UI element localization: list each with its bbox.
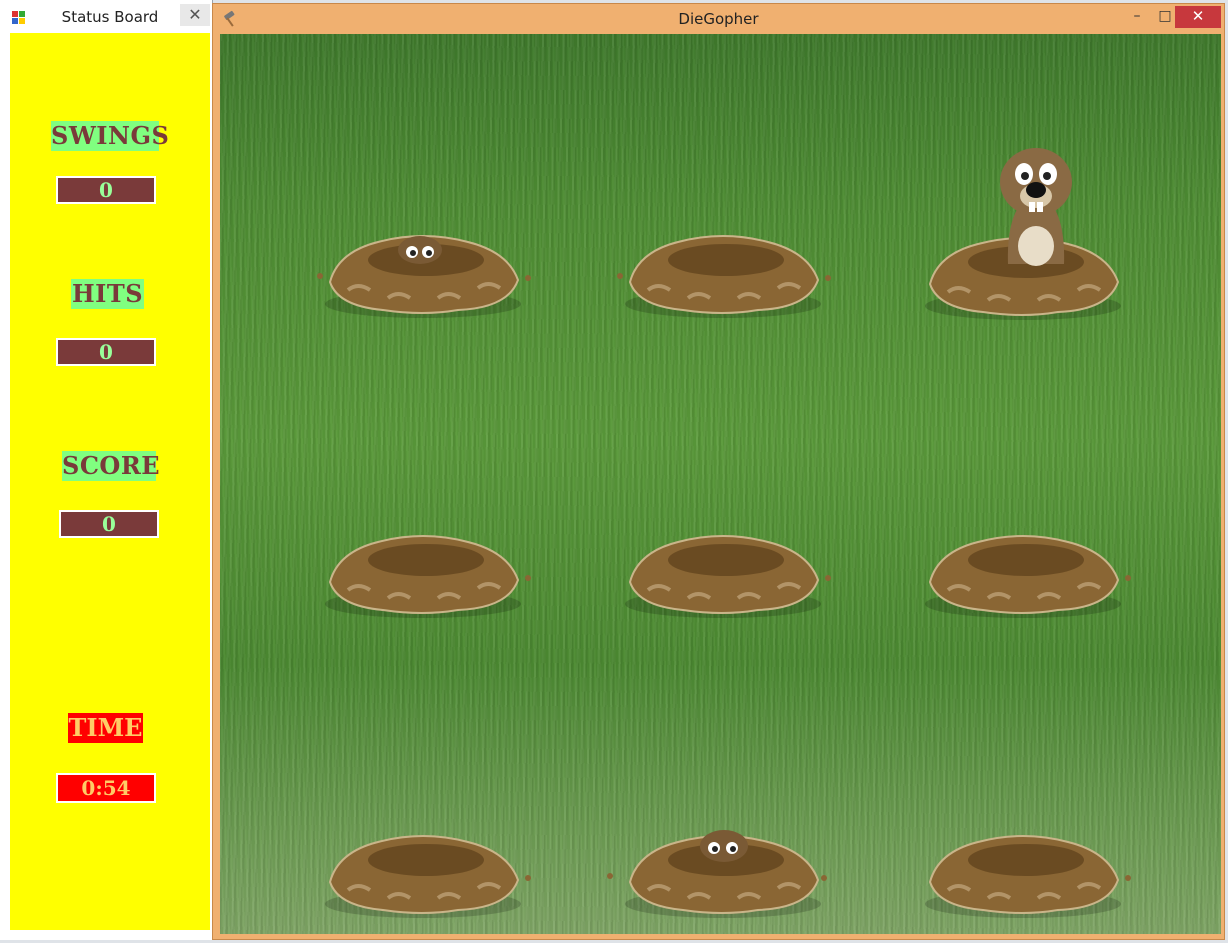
game-title: DieGopher xyxy=(678,10,759,28)
gopher-hole-6[interactable] xyxy=(908,512,1138,622)
game-titlebar[interactable]: DieGopher – □ ✕ xyxy=(213,4,1224,34)
status-board-titlebar[interactable]: Status Board ✕ xyxy=(0,0,212,33)
status-board-title: Status Board xyxy=(61,8,159,26)
gopher-hole-5[interactable] xyxy=(608,512,838,622)
time-value: 0:54 xyxy=(56,773,156,803)
gopher-hole-3[interactable] xyxy=(908,134,1138,324)
game-window: DieGopher – □ ✕ xyxy=(212,3,1225,940)
score-value: 0 xyxy=(59,510,159,538)
minimize-button[interactable]: – xyxy=(1123,6,1151,28)
gopher-hole-4[interactable] xyxy=(308,512,538,622)
gopher-hole-9[interactable] xyxy=(908,812,1138,922)
hits-value: 0 xyxy=(56,338,156,366)
close-icon[interactable]: ✕ xyxy=(180,4,210,26)
app-icon xyxy=(12,10,26,24)
swings-label: SWINGS xyxy=(51,121,170,151)
status-panel: SWINGS 0 HITS 0 SCORE 0 TIME 0:54 xyxy=(10,33,210,930)
gopher-hole-2[interactable] xyxy=(608,212,838,322)
score-label: SCORE xyxy=(62,451,161,481)
grass-field xyxy=(220,34,1221,934)
hits-label: HITS xyxy=(71,279,144,309)
gopher-hole-1[interactable] xyxy=(308,212,538,322)
gopher-hole-7[interactable] xyxy=(308,812,538,922)
status-board-window: Status Board ✕ SWINGS 0 HITS 0 SCORE 0 T… xyxy=(0,0,213,940)
swings-value: 0 xyxy=(56,176,156,204)
close-button[interactable]: ✕ xyxy=(1175,6,1221,28)
time-label: TIME xyxy=(68,713,143,743)
gopher-hole-8[interactable] xyxy=(598,802,828,922)
